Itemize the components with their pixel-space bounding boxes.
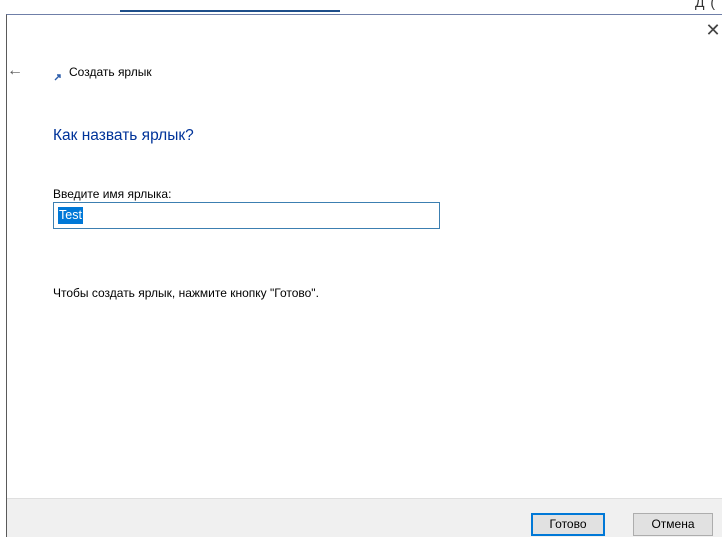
shortcut-name-input[interactable]: Test	[53, 202, 440, 229]
shortcut-name-label: Введите имя ярлыка:	[53, 187, 172, 201]
wizard-title: Создать ярлык	[69, 65, 152, 79]
shortcut-name-value: Test	[58, 207, 83, 224]
background-window: Д (	[0, 0, 722, 14]
shortcut-wizard-icon	[54, 73, 62, 81]
screen: Д ( ✕ ← Создать ярлык Как назвать ярлык?…	[0, 0, 722, 537]
background-accent-line	[120, 10, 340, 12]
finish-hint-text: Чтобы создать ярлык, нажмите кнопку "Гот…	[53, 286, 319, 300]
cancel-button[interactable]: Отмена	[633, 513, 713, 536]
close-icon[interactable]: ✕	[704, 21, 722, 39]
page-heading: Как назвать ярлык?	[53, 127, 194, 144]
create-shortcut-dialog: ✕ ← Создать ярлык Как назвать ярлык? Вве…	[6, 14, 722, 537]
back-arrow-icon[interactable]: ←	[7, 63, 27, 79]
wizard-footer: Готово Отмена	[7, 498, 722, 537]
background-window-text: Д (	[694, 0, 716, 10]
finish-button[interactable]: Готово	[531, 513, 605, 536]
